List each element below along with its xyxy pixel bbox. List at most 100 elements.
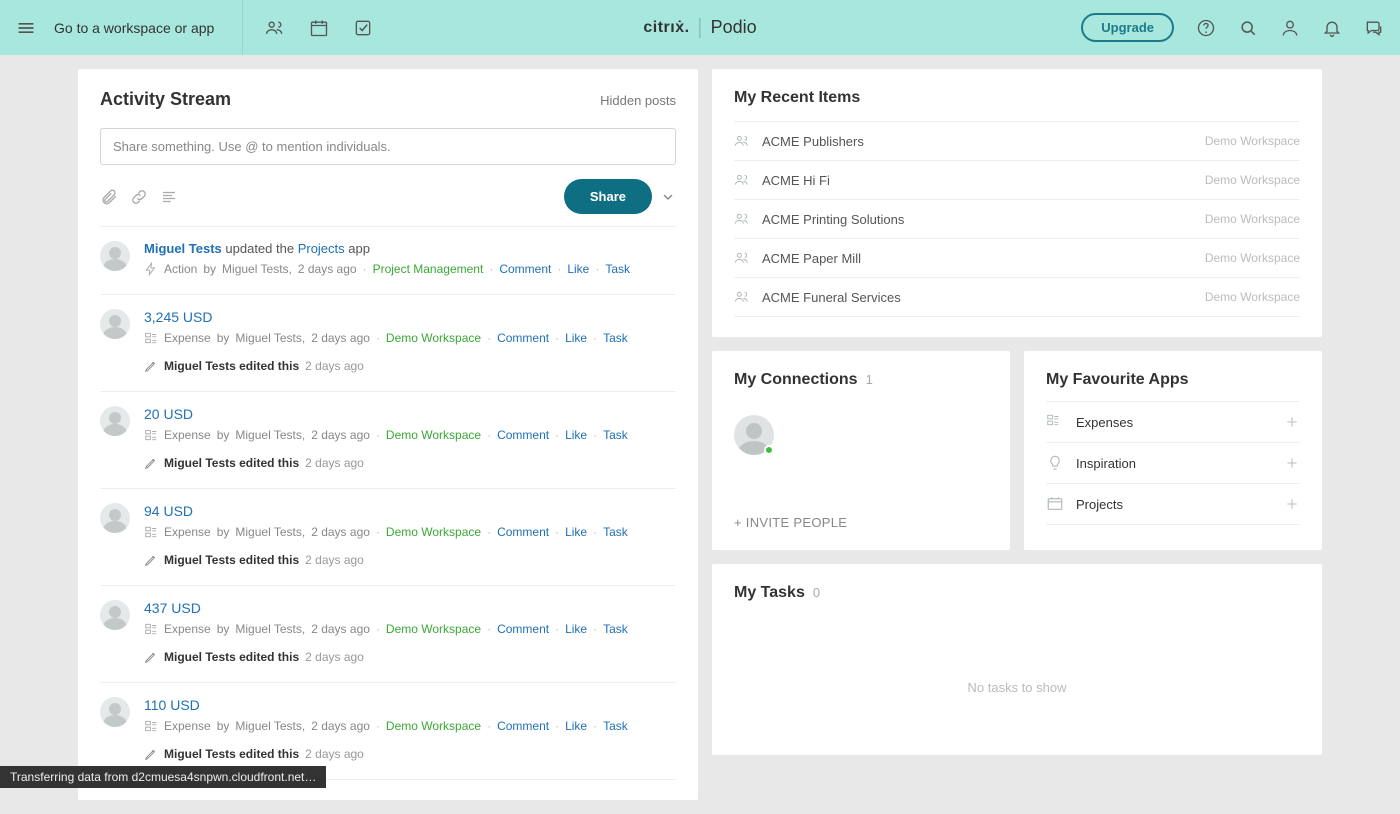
- upgrade-button[interactable]: Upgrade: [1081, 13, 1174, 42]
- feed-title-link[interactable]: 94 USD: [144, 503, 676, 519]
- search-icon[interactable]: [1238, 18, 1258, 38]
- pencil-icon: [144, 553, 158, 567]
- avatar[interactable]: [100, 600, 130, 630]
- edited-by: Miguel Tests edited this: [164, 456, 299, 470]
- tasks-icon[interactable]: [353, 18, 373, 38]
- col-right: My Recent Items ACME Publishers Demo Wor…: [712, 69, 1322, 800]
- task-link[interactable]: Task: [603, 525, 628, 539]
- feed-time: 2 days ago: [311, 622, 370, 636]
- like-link[interactable]: Like: [567, 262, 589, 276]
- feed-title-link[interactable]: 110 USD: [144, 697, 676, 713]
- feed-by: by: [203, 262, 216, 276]
- feed-by: by: [217, 622, 230, 636]
- feed-workspace[interactable]: Demo Workspace: [386, 331, 481, 345]
- pencil-icon: [144, 747, 158, 761]
- topbar-right: Upgrade: [1081, 13, 1384, 42]
- like-link[interactable]: Like: [565, 525, 587, 539]
- feed-workspace[interactable]: Demo Workspace: [386, 622, 481, 636]
- contact-icon: [734, 250, 750, 266]
- comment-link[interactable]: Comment: [497, 331, 549, 345]
- avatar[interactable]: [100, 697, 130, 727]
- brand: citrıẋ. Podio: [643, 17, 756, 38]
- task-link[interactable]: Task: [605, 262, 630, 276]
- feed-title[interactable]: Miguel Tests updated the Projects app: [144, 241, 676, 256]
- plus-icon[interactable]: [1284, 496, 1300, 512]
- link-icon[interactable]: [130, 188, 148, 206]
- edited-when: 2 days ago: [305, 553, 364, 567]
- composer-input[interactable]: Share something. Use @ to mention indivi…: [100, 128, 676, 165]
- feed-author[interactable]: Miguel Tests,: [235, 719, 305, 733]
- notifications-icon[interactable]: [1322, 18, 1342, 38]
- feed-title-link[interactable]: 3,245 USD: [144, 309, 676, 325]
- feed-workspace[interactable]: Demo Workspace: [386, 428, 481, 442]
- recent-item-name: ACME Printing Solutions: [762, 212, 904, 227]
- feed-author[interactable]: Miguel Tests,: [222, 262, 292, 276]
- feed-author[interactable]: Miguel Tests,: [235, 525, 305, 539]
- calendar-icon[interactable]: [309, 18, 329, 38]
- invite-people-link[interactable]: + INVITE PEOPLE: [734, 515, 988, 530]
- fav-list: Expenses Inspiration Projects: [1046, 401, 1300, 525]
- comment-link[interactable]: Comment: [497, 719, 549, 733]
- feed-author[interactable]: Miguel Tests,: [235, 331, 305, 345]
- task-link[interactable]: Task: [603, 428, 628, 442]
- like-link[interactable]: Like: [565, 622, 587, 636]
- recent-item[interactable]: ACME Printing Solutions Demo Workspace: [734, 200, 1300, 239]
- connections-count: 1: [866, 372, 873, 387]
- comment-link[interactable]: Comment: [497, 622, 549, 636]
- feed-author[interactable]: Miguel Tests,: [235, 622, 305, 636]
- comment-link[interactable]: Comment: [497, 428, 549, 442]
- recent-item-workspace: Demo Workspace: [1205, 173, 1300, 187]
- like-link[interactable]: Like: [565, 331, 587, 345]
- edited-when: 2 days ago: [305, 650, 364, 664]
- tasks-count: 0: [813, 585, 820, 600]
- menu-icon[interactable]: [16, 18, 36, 38]
- comment-link[interactable]: Comment: [497, 525, 549, 539]
- feed-workspace[interactable]: Demo Workspace: [386, 719, 481, 733]
- activity-title: Activity Stream: [100, 89, 231, 110]
- feed-workspace[interactable]: Project Management: [373, 262, 484, 276]
- feed-by: by: [217, 428, 230, 442]
- presence-indicator: [764, 445, 774, 455]
- connection-avatar[interactable]: [734, 415, 774, 455]
- recent-item[interactable]: ACME Hi Fi Demo Workspace: [734, 161, 1300, 200]
- chevron-down-icon[interactable]: [660, 189, 676, 205]
- task-link[interactable]: Task: [603, 331, 628, 345]
- avatar[interactable]: [100, 406, 130, 436]
- plus-icon[interactable]: [1284, 414, 1300, 430]
- profile-icon[interactable]: [1280, 18, 1300, 38]
- share-button[interactable]: Share: [564, 179, 652, 214]
- recent-item[interactable]: ACME Paper Mill Demo Workspace: [734, 239, 1300, 278]
- hidden-posts-link[interactable]: Hidden posts: [600, 93, 676, 108]
- type-icon: [144, 428, 158, 442]
- favourite-app[interactable]: Inspiration: [1046, 443, 1300, 484]
- app-icon: [1046, 413, 1064, 431]
- like-link[interactable]: Like: [565, 719, 587, 733]
- help-icon[interactable]: [1196, 18, 1216, 38]
- comment-link[interactable]: Comment: [499, 262, 551, 276]
- question-icon[interactable]: [160, 188, 178, 206]
- feed-title-link[interactable]: 20 USD: [144, 406, 676, 422]
- favourite-app[interactable]: Expenses: [1046, 401, 1300, 443]
- avatar[interactable]: [100, 241, 130, 271]
- attachment-icon[interactable]: [100, 188, 118, 206]
- feed-workspace[interactable]: Demo Workspace: [386, 525, 481, 539]
- like-link[interactable]: Like: [565, 428, 587, 442]
- recent-item[interactable]: ACME Publishers Demo Workspace: [734, 122, 1300, 161]
- task-link[interactable]: Task: [603, 719, 628, 733]
- task-link[interactable]: Task: [603, 622, 628, 636]
- favourite-app[interactable]: Projects: [1046, 484, 1300, 525]
- feed-type: Expense: [164, 428, 211, 442]
- contacts-icon[interactable]: [265, 18, 285, 38]
- col-left: Activity Stream Hidden posts Share somet…: [78, 69, 698, 800]
- feed-author[interactable]: Miguel Tests,: [235, 428, 305, 442]
- avatar[interactable]: [100, 503, 130, 533]
- chat-icon[interactable]: [1364, 18, 1384, 38]
- feed-title-link[interactable]: 437 USD: [144, 600, 676, 616]
- goto-workspace[interactable]: Go to a workspace or app: [54, 20, 214, 36]
- page: Activity Stream Hidden posts Share somet…: [0, 55, 1400, 814]
- recent-item[interactable]: ACME Funeral Services Demo Workspace: [734, 278, 1300, 317]
- feed-item: 94 USD Expense by Miguel Tests, 2 days a…: [100, 489, 676, 586]
- avatar[interactable]: [100, 309, 130, 339]
- plus-icon[interactable]: [1284, 455, 1300, 471]
- feed-item: 20 USD Expense by Miguel Tests, 2 days a…: [100, 392, 676, 489]
